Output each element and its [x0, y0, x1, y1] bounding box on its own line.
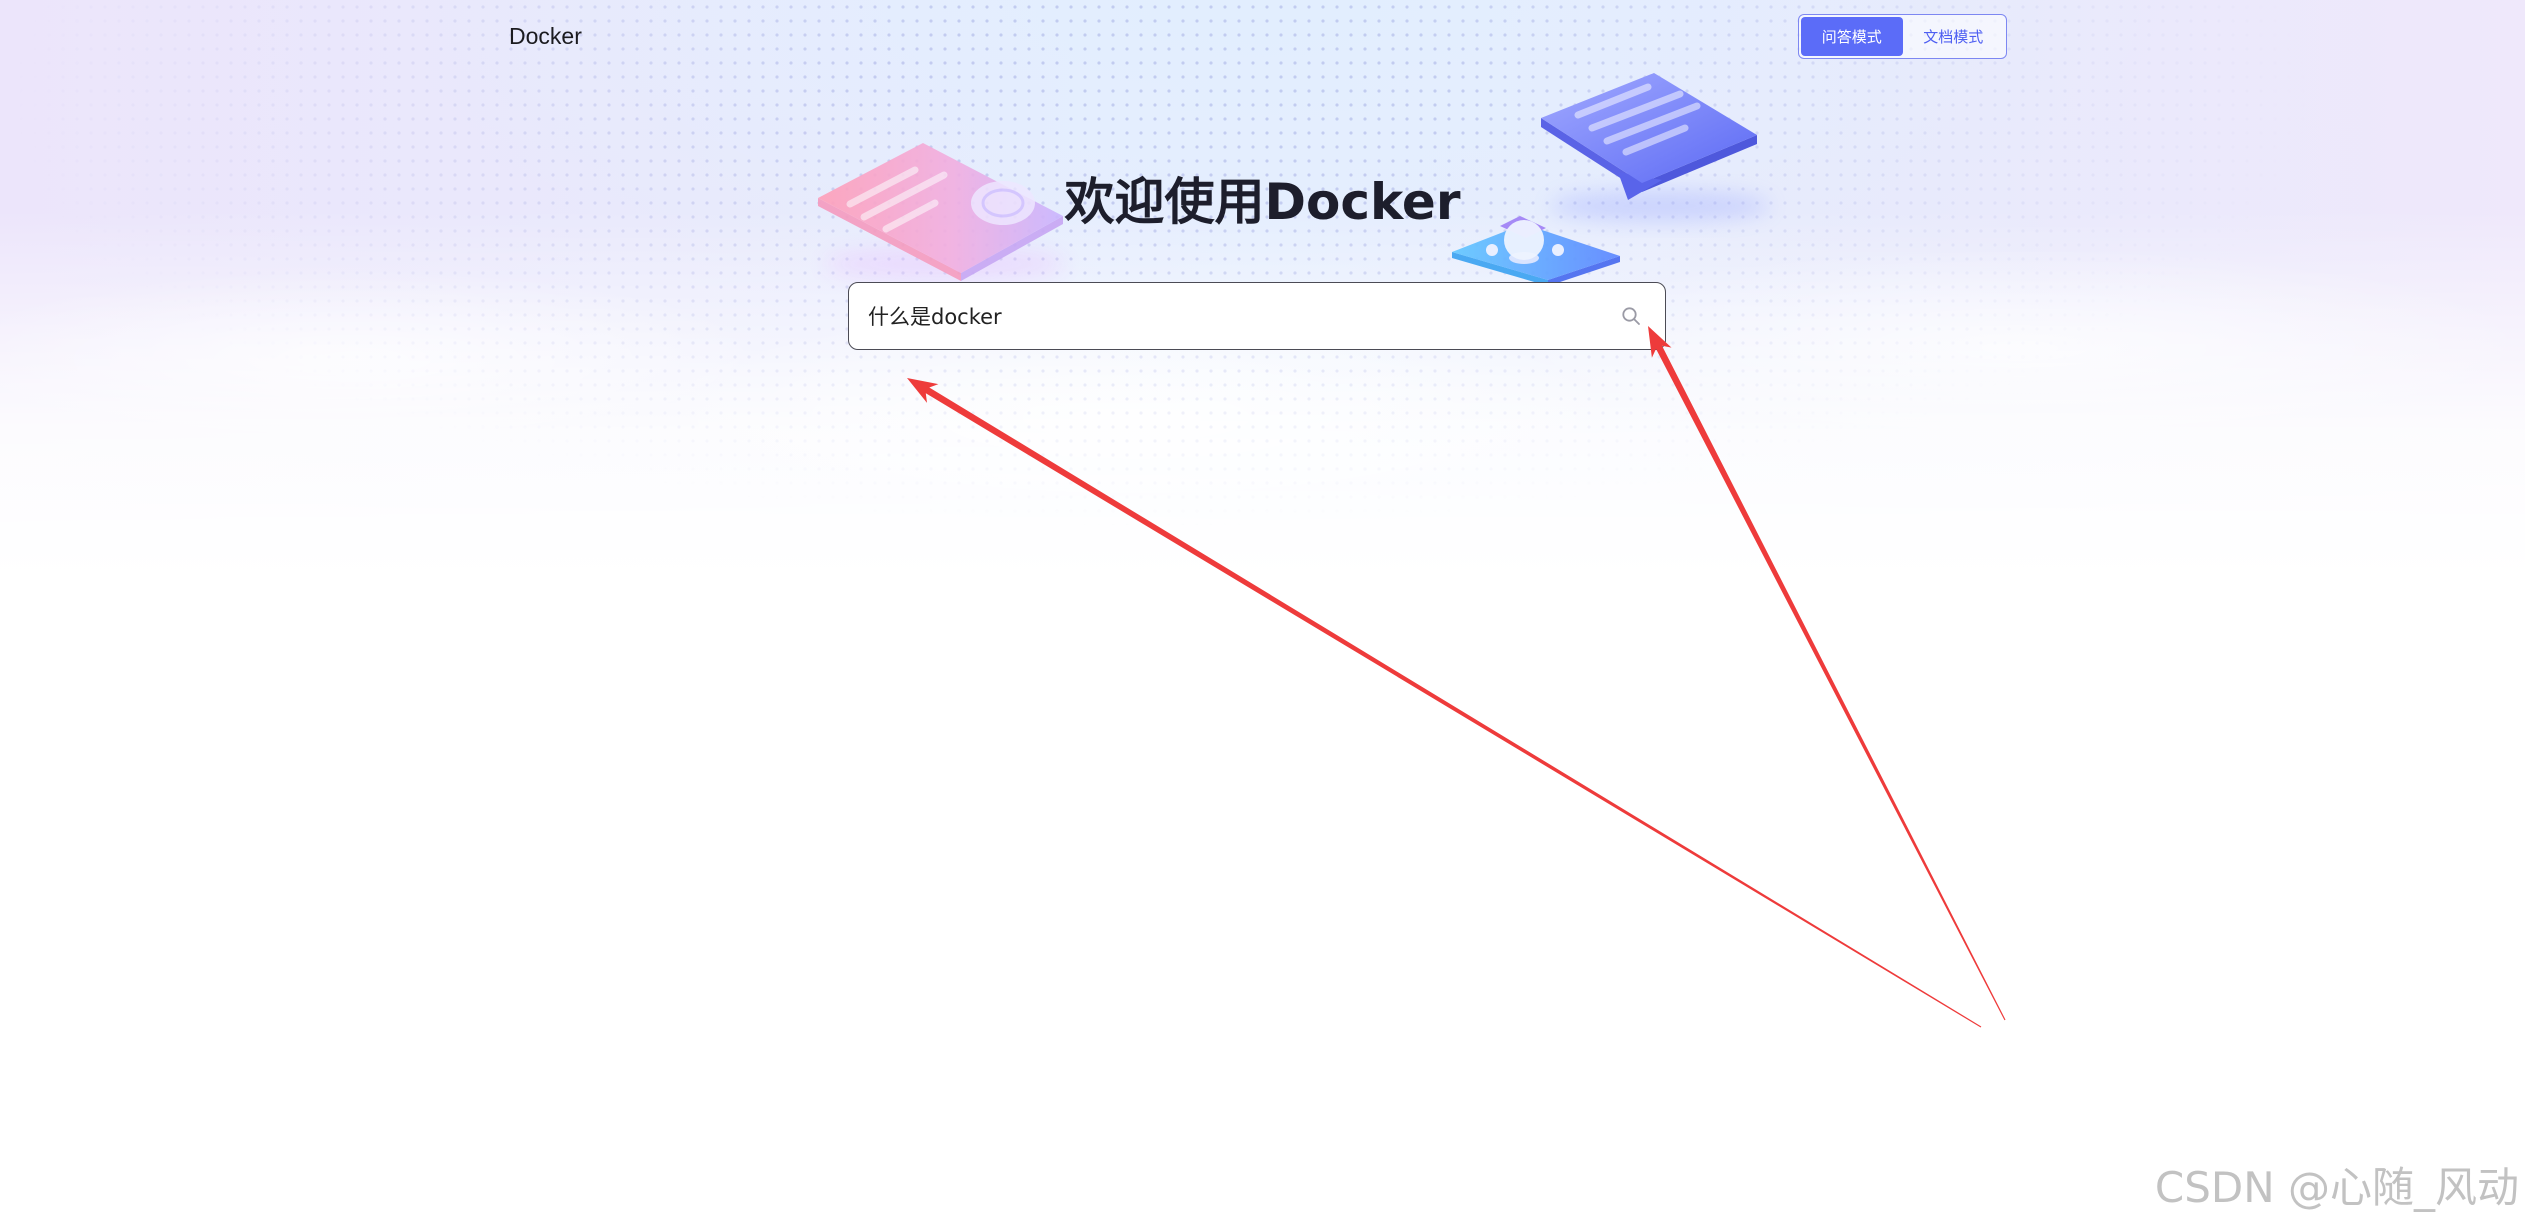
app-logo[interactable]: Docker: [509, 22, 582, 50]
mode-toggle: 问答模式 文档模式: [1798, 14, 2007, 59]
search-icon[interactable]: [1619, 304, 1643, 328]
search-input[interactable]: [849, 283, 1619, 349]
hero-dot-pattern: [0, 0, 2525, 540]
mode-docs-button[interactable]: 文档模式: [1903, 17, 2005, 56]
watermark: CSDN @心随_风动: [2154, 1163, 2519, 1212]
page-title: 欢迎使用Docker: [1064, 173, 1461, 231]
mode-qa-button[interactable]: 问答模式: [1801, 17, 1903, 56]
search-box: [848, 282, 1666, 350]
